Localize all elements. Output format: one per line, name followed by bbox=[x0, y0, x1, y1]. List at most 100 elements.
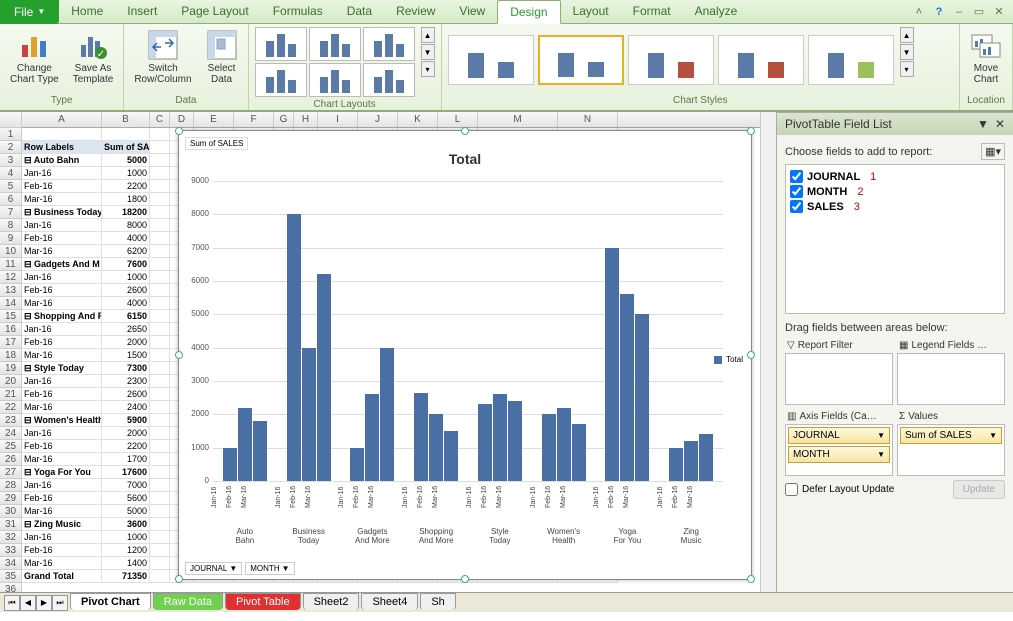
col-header-H[interactable]: H bbox=[294, 112, 318, 127]
styles-scroll-down[interactable]: ▼ bbox=[900, 44, 914, 60]
vertical-scrollbar[interactable] bbox=[760, 112, 776, 592]
sheet-tab-pivot-chart[interactable]: Pivot Chart bbox=[70, 593, 151, 610]
sheet-tab-sheet4[interactable]: Sheet4 bbox=[361, 593, 418, 610]
chart-bar[interactable] bbox=[557, 408, 571, 481]
row-header[interactable]: 15 bbox=[0, 310, 22, 323]
layouts-scroll-down[interactable]: ▼ bbox=[421, 44, 435, 60]
chart-bar[interactable] bbox=[493, 394, 507, 481]
layouts-scroll-up[interactable]: ▲ bbox=[421, 27, 435, 43]
styles-scroll-up[interactable]: ▲ bbox=[900, 27, 914, 43]
chart-style-1[interactable] bbox=[448, 35, 534, 85]
pivot-chart[interactable]: Sum of SALES Total 010002000300040005000… bbox=[178, 130, 752, 580]
chart-bar[interactable] bbox=[238, 408, 252, 481]
row-header[interactable]: 26 bbox=[0, 453, 22, 466]
sheet-nav-first[interactable]: ⏮ bbox=[4, 595, 20, 611]
chart-layout-4[interactable] bbox=[255, 63, 307, 97]
col-header-K[interactable]: K bbox=[398, 112, 438, 127]
row-header[interactable]: 11 bbox=[0, 258, 22, 271]
chart-bar[interactable] bbox=[508, 401, 522, 481]
row-header[interactable]: 30 bbox=[0, 505, 22, 518]
pivot-field-journal[interactable]: JOURNAL1 bbox=[790, 169, 1000, 184]
pivot-field-sales[interactable]: SALES3 bbox=[790, 199, 1000, 214]
col-header-N[interactable]: N bbox=[558, 112, 618, 127]
change-chart-type-button[interactable]: Change Chart Type bbox=[6, 27, 63, 93]
window-close-icon[interactable]: ✕ bbox=[991, 4, 1007, 20]
sheet-nav-next[interactable]: ▶ bbox=[36, 595, 52, 611]
value-item[interactable]: Sum of SALES▼ bbox=[900, 427, 1002, 444]
chart-bar[interactable] bbox=[429, 414, 443, 481]
chart-bar[interactable] bbox=[223, 448, 237, 481]
chart-bar[interactable] bbox=[350, 448, 364, 481]
row-header[interactable]: 32 bbox=[0, 531, 22, 544]
row-header[interactable]: 3 bbox=[0, 154, 22, 167]
chart-bar[interactable] bbox=[684, 441, 698, 481]
chart-bar[interactable] bbox=[605, 248, 619, 481]
row-header[interactable]: 21 bbox=[0, 388, 22, 401]
chart-bar[interactable] bbox=[542, 414, 556, 481]
row-header[interactable]: 22 bbox=[0, 401, 22, 414]
chart-filter-month[interactable]: MONTH▼ bbox=[245, 562, 294, 575]
sheet-tab-sh[interactable]: Sh bbox=[420, 593, 455, 610]
pivot-pane-dropdown-icon[interactable]: ▼ bbox=[977, 117, 989, 131]
row-header[interactable]: 5 bbox=[0, 180, 22, 193]
row-header[interactable]: 8 bbox=[0, 219, 22, 232]
chart-style-2[interactable] bbox=[538, 35, 624, 85]
switch-row-column-button[interactable]: Switch Row/Column bbox=[130, 27, 195, 93]
chart-bar[interactable] bbox=[302, 348, 316, 481]
ribbon-tab-format[interactable]: Format bbox=[621, 0, 683, 23]
file-tab[interactable]: File▼ bbox=[0, 0, 59, 24]
sheet-nav-prev[interactable]: ◀ bbox=[20, 595, 36, 611]
report-filter-area[interactable] bbox=[785, 353, 893, 405]
chart-style-3[interactable] bbox=[628, 35, 714, 85]
styles-scroll-more[interactable]: ▾ bbox=[900, 61, 914, 77]
row-header[interactable]: 35 bbox=[0, 570, 22, 583]
chart-layout-1[interactable] bbox=[255, 27, 307, 61]
row-header[interactable]: 17 bbox=[0, 336, 22, 349]
row-header[interactable]: 10 bbox=[0, 245, 22, 258]
window-minimize-icon[interactable]: – bbox=[951, 4, 967, 20]
row-header[interactable]: 20 bbox=[0, 375, 22, 388]
chart-bar[interactable] bbox=[478, 404, 492, 481]
row-header[interactable]: 24 bbox=[0, 427, 22, 440]
row-header[interactable]: 33 bbox=[0, 544, 22, 557]
chart-bar[interactable] bbox=[699, 434, 713, 481]
row-header[interactable]: 13 bbox=[0, 284, 22, 297]
ribbon-tab-insert[interactable]: Insert bbox=[115, 0, 169, 23]
pivot-field-month[interactable]: MONTH2 bbox=[790, 184, 1000, 199]
field-checkbox[interactable] bbox=[790, 170, 803, 183]
defer-layout-checkbox[interactable] bbox=[785, 483, 798, 496]
col-header-C[interactable]: C bbox=[150, 112, 170, 127]
chart-layout-6[interactable] bbox=[363, 63, 415, 97]
pivot-fields-list[interactable]: JOURNAL1 MONTH2 SALES3 bbox=[785, 164, 1005, 314]
col-header-L[interactable]: L bbox=[438, 112, 478, 127]
ribbon-tab-formulas[interactable]: Formulas bbox=[261, 0, 335, 23]
row-header[interactable]: 7 bbox=[0, 206, 22, 219]
ribbon-tab-home[interactable]: Home bbox=[59, 0, 115, 23]
chart-plot-area[interactable]: 0100020003000400050006000700080009000 bbox=[213, 181, 723, 481]
chart-bar[interactable] bbox=[365, 394, 379, 481]
chart-bar[interactable] bbox=[414, 393, 428, 481]
sheet-nav-last[interactable]: ⏭ bbox=[52, 595, 68, 611]
row-header[interactable]: 2 bbox=[0, 141, 22, 154]
row-header[interactable]: 31 bbox=[0, 518, 22, 531]
row-header[interactable]: 6 bbox=[0, 193, 22, 206]
row-header[interactable]: 4 bbox=[0, 167, 22, 180]
select-data-button[interactable]: Select Data bbox=[202, 27, 242, 93]
ribbon-tab-layout[interactable]: Layout bbox=[561, 0, 621, 23]
layouts-scroll-more[interactable]: ▾ bbox=[421, 61, 435, 77]
help-icon[interactable]: ? bbox=[931, 4, 947, 20]
ribbon-tab-analyze[interactable]: Analyze bbox=[683, 0, 750, 23]
row-header[interactable]: 14 bbox=[0, 297, 22, 310]
chart-layout-3[interactable] bbox=[363, 27, 415, 61]
ribbon-tab-design[interactable]: Design bbox=[497, 0, 560, 24]
col-header-E[interactable]: E bbox=[194, 112, 234, 127]
row-header[interactable]: 16 bbox=[0, 323, 22, 336]
chart-legend[interactable]: Total bbox=[714, 355, 743, 364]
axis-fields-area[interactable]: JOURNAL▼MONTH▼ bbox=[785, 424, 893, 476]
chart-bar[interactable] bbox=[669, 448, 683, 481]
chart-filter-journal[interactable]: JOURNAL▼ bbox=[185, 562, 242, 575]
legend-fields-area[interactable] bbox=[897, 353, 1005, 405]
field-checkbox[interactable] bbox=[790, 200, 803, 213]
chart-bar[interactable] bbox=[635, 314, 649, 481]
row-header[interactable]: 25 bbox=[0, 440, 22, 453]
